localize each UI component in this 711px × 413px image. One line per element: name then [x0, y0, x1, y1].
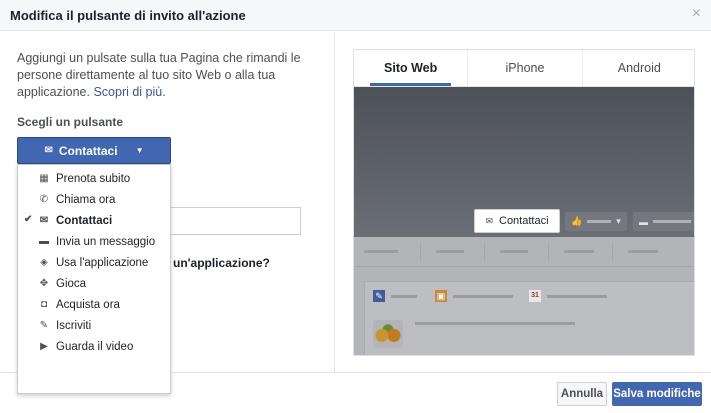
post-composer-placeholder: ✎ ▣ 31 — [364, 281, 694, 355]
learn-more-link[interactable]: Scopri di più. — [93, 85, 165, 99]
message-label-placeholder — [653, 220, 691, 223]
pencil-icon: ✎ — [373, 290, 385, 302]
composer-tab-placeholder — [391, 295, 417, 298]
menu-item-label: Gioca — [56, 277, 87, 290]
nav-divider — [548, 243, 549, 261]
page-body-placeholder: ✎ ▣ 31 — [354, 237, 694, 355]
text-line-placeholder — [415, 322, 575, 325]
description-text: Aggiungi un pulsate sulla tua Pagina che… — [17, 50, 317, 101]
menu-item-chiama-ora[interactable]: ✆ Chiama ora — [18, 189, 170, 210]
menu-item-acquista-ora[interactable]: ◘ Acquista ora — [18, 294, 170, 315]
like-button-placeholder[interactable]: 👍 ▾ — [565, 212, 627, 231]
avatar — [373, 320, 403, 348]
nav-divider — [612, 243, 613, 261]
nav-item-placeholder — [564, 250, 594, 253]
nav-item-placeholder — [436, 250, 464, 253]
tab-iphone[interactable]: iPhone — [467, 50, 581, 86]
nav-item-placeholder — [628, 250, 658, 253]
calendar-icon: ▦ — [39, 173, 49, 184]
nav-item-placeholder — [500, 250, 528, 253]
menu-item-prenota-subito[interactable]: ▦ Prenota subito — [18, 168, 170, 189]
left-panel: Aggiungi un pulsate sulla tua Pagina che… — [0, 32, 335, 394]
mail-icon: ✉ — [39, 215, 49, 226]
like-label-placeholder — [587, 220, 612, 223]
menu-item-guarda-il-video[interactable]: ▶ Guarda il video — [18, 336, 170, 357]
mail-icon: ✉ — [44, 145, 53, 156]
pencil-icon: ✎ — [39, 320, 49, 331]
composer-tab-placeholder — [547, 295, 607, 298]
composer-tab-placeholder — [453, 295, 513, 298]
menu-item-label: Chiama ora — [56, 193, 116, 206]
menu-item-label: Acquista ora — [56, 298, 120, 311]
chat-bubble-icon: ▬ — [39, 236, 49, 247]
cancel-button[interactable]: Annulla — [557, 382, 607, 406]
menu-item-label: Contattaci — [56, 214, 113, 227]
menu-item-invia-un-messaggio[interactable]: ▬ Invia un messaggio — [18, 231, 170, 252]
app-question-label: un'applicazione? — [173, 256, 270, 270]
mail-icon: ✉ — [485, 215, 493, 226]
thumbs-up-icon: 👍 — [571, 216, 583, 226]
phone-icon: ✆ — [39, 194, 49, 205]
preview-tabs: Sito Web iPhone Android — [354, 50, 694, 87]
menu-item-usa-l-applicazione[interactable]: ◈ Usa l'applicazione — [18, 252, 170, 273]
cta-preview-button[interactable]: ✉ Contattaci — [474, 209, 560, 233]
page-preview: Sito Web iPhone Android ✉ Contattaci 👍 ▾ ▬ — [353, 49, 695, 356]
cta-edit-dialog: Modifica il pulsante di invito all'azion… — [0, 0, 711, 413]
gamepad-icon: ✥ — [39, 278, 49, 289]
menu-item-contattaci[interactable]: ✔ ✉ Contattaci — [18, 210, 170, 231]
page-nav-placeholder — [354, 237, 694, 267]
menu-item-label: Invia un messaggio — [56, 235, 156, 248]
menu-item-gioca[interactable]: ✥ Gioca — [18, 273, 170, 294]
nav-item-placeholder — [364, 250, 398, 253]
menu-item-label: Prenota subito — [56, 172, 131, 185]
play-icon: ▶ — [40, 341, 48, 352]
button-type-menu: ▦ Prenota subito ✆ Chiama ora ✔ ✉ Contattaci ▬ I… — [17, 164, 171, 394]
dialog-header: Modifica il pulsante di invito all'azion… — [0, 0, 711, 31]
chat-bubble-icon: ▬ — [639, 216, 648, 227]
message-button-placeholder[interactable]: ▬ — [633, 212, 694, 231]
calendar-icon: 31 — [529, 290, 541, 302]
menu-item-label: Guarda il video — [56, 340, 134, 353]
nav-divider — [484, 243, 485, 261]
cta-preview-label: Contattaci — [499, 215, 549, 227]
nav-divider — [420, 243, 421, 261]
tab-android[interactable]: Android — [581, 50, 694, 86]
photo-icon: ▣ — [435, 290, 447, 302]
menu-item-label: Iscriviti — [56, 319, 92, 332]
button-type-dropdown[interactable]: ✉ Contattaci ▼ — [17, 137, 171, 164]
tab-sito-web[interactable]: Sito Web — [354, 50, 467, 86]
right-panel: Sito Web iPhone Android ✉ Contattaci 👍 ▾ ▬ — [336, 32, 711, 372]
dialog-title: Modifica il pulsante di invito all'azion… — [10, 8, 246, 23]
close-icon[interactable]: × — [692, 6, 701, 22]
save-button[interactable]: Salva modifiche — [612, 382, 702, 406]
website-url-input[interactable] — [170, 207, 301, 235]
cube-icon: ◈ — [40, 257, 48, 268]
dropdown-selected-label: Contattaci — [58, 143, 118, 158]
chevron-down-icon: ▼ — [135, 146, 144, 155]
chevron-down-icon: ▾ — [616, 216, 621, 226]
menu-item-iscriviti[interactable]: ✎ Iscriviti — [18, 315, 170, 336]
choose-button-label: Scegli un pulsante — [17, 115, 124, 129]
checkmark-icon: ✔ — [24, 214, 33, 225]
shopping-bag-icon: ◘ — [40, 299, 48, 310]
menu-item-label: Usa l'applicazione — [56, 256, 149, 269]
